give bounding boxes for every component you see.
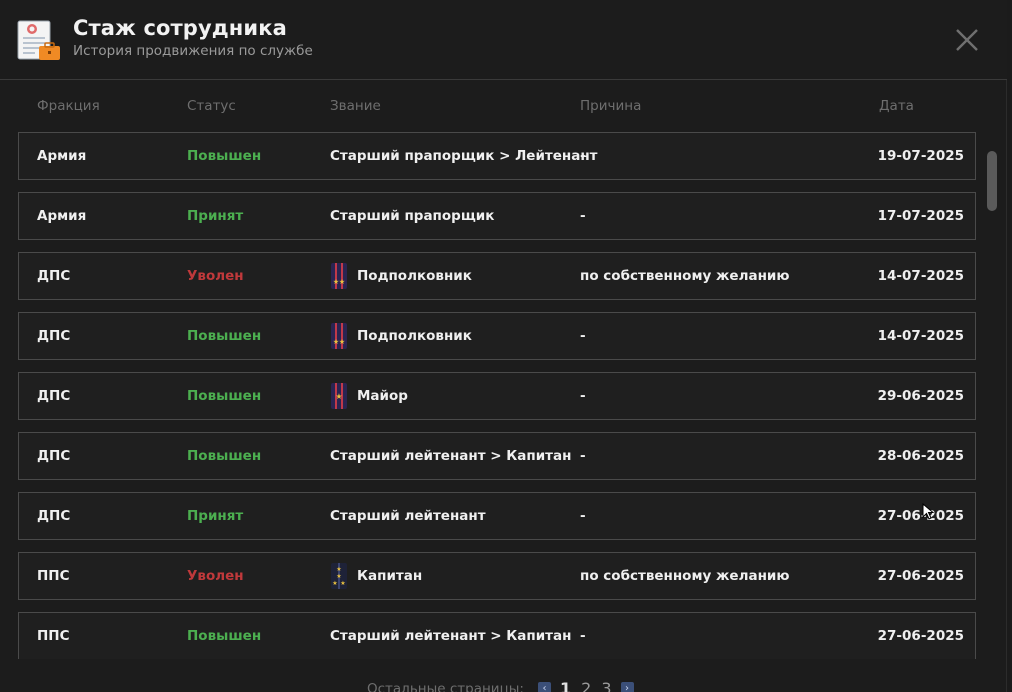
history-row: ДПС Принят Старший лейтенант - 27-06-2025 [18,492,976,540]
seniority-window: Стаж сотрудника История продвижения по с… [0,0,1007,692]
row-date: 19-07-2025 [877,148,964,164]
row-status: Повышен [187,148,262,164]
window-header: Стаж сотрудника История продвижения по с… [0,0,1007,80]
row-rank: ★ ★ Подполковник [330,313,472,359]
window-subtitle: История продвижения по службе [73,43,313,59]
lt-colonel-insignia-icon: ★ ★ [331,323,347,349]
row-rank: Старший лейтенант > Капитан [330,613,571,659]
page-2-link[interactable]: 2 [581,679,591,692]
page-1-link[interactable]: 1 [560,679,571,692]
column-header-reason: Причина [580,98,642,114]
row-reason: по собственному желанию [580,268,790,284]
history-row: ППС Повышен Старший лейтенант > Капитан - 27… [18,612,976,659]
row-reason: - [580,208,586,224]
row-rank: ★ ★ Подполковник [330,253,472,299]
row-rank-label: Старший лейтенант > Капитан [330,628,572,644]
svg-text:★: ★ [339,338,345,346]
window-title: Стаж сотрудника [73,16,287,40]
history-row: ДПС Уволен ★ ★ Подполковник по собственному ж… [18,252,976,300]
row-reason: - [580,508,586,524]
row-rank-label: Старший прапорщик > Лейтенант [330,148,598,164]
row-date: 14-07-2025 [877,268,964,284]
row-rank-label: Майор [357,388,408,404]
captain-insignia-icon: ★★★ ★ [331,563,347,589]
row-rank-label: Старший прапорщик [330,208,495,224]
column-header-faction: Фракция [37,98,100,114]
page-3-link[interactable]: 3 [601,679,611,692]
row-status: Повышен [187,448,262,464]
row-rank-label: Подполковник [357,268,472,284]
row-reason: - [580,388,586,404]
column-header-rank: Звание [330,98,381,114]
row-faction: ДПС [37,448,71,464]
row-faction: ППС [37,568,70,584]
history-list: Армия Повышен Старший прапорщик > Лейтенан… [18,132,976,659]
svg-text:★: ★ [336,573,341,580]
column-header-status: Статус [187,98,236,114]
row-date: 29-06-2025 [877,388,964,404]
row-date: 27-06-2025 [877,628,964,644]
row-rank-label: Старший лейтенант > Капитан [330,448,572,464]
column-header-date: Дата [879,98,914,114]
row-date: 17-07-2025 [877,208,964,224]
row-rank: ★ ★ ★ ★ Капитан [330,553,422,599]
row-faction: Армия [37,208,87,224]
chevron-right-icon[interactable]: › [620,682,634,692]
row-status: Уволен [187,568,244,584]
row-faction: ДПС [37,268,71,284]
row-status: Принят [187,208,244,224]
row-faction: ППС [37,628,70,644]
mouse-cursor-icon [922,503,934,520]
svg-text:★: ★ [336,566,341,573]
row-rank: Старший прапорщик [330,193,494,239]
row-status: Уволен [187,268,244,284]
history-row: ДПС Повышен Старший лейтенант > Капитан - 28… [18,432,976,480]
row-faction: ДПС [37,388,71,404]
row-reason: - [580,328,586,344]
row-rank-label: Подполковник [357,328,472,344]
row-date: 27-06-2025 [877,568,964,584]
row-reason: - [580,448,586,464]
close-icon[interactable] [953,26,981,54]
scrollbar-thumb[interactable] [987,151,997,211]
major-insignia-icon: ★ [331,383,347,409]
history-row: Армия Повышен Старший прапорщик > Лейтенан… [18,132,976,180]
row-status: Принят [187,508,244,524]
row-reason: - [580,148,586,164]
svg-text:★: ★ [335,392,342,401]
history-row: ППС Уволен ★ ★ ★ ★ Капитан по собственному жела… [18,552,976,600]
row-rank: Старший лейтенант [330,493,486,539]
row-date: 27-06-2025 [877,508,964,524]
history-row: ДПС Повышен ★ Майор - 29-06-2025 [18,372,976,420]
row-status: Повышен [187,388,262,404]
lt-colonel-insignia-icon: ★ ★ [331,263,347,289]
row-date: 28-06-2025 [877,448,964,464]
row-status: Повышен [187,628,262,644]
history-row: ДПС Повышен ★ ★ Подполковник - 14-07-2025 [18,312,976,360]
row-rank: Старший лейтенант > Капитан [330,433,571,479]
row-faction: ДПС [37,328,71,344]
row-faction: ДПС [37,508,71,524]
row-date: 14-07-2025 [877,328,964,344]
row-reason: - [580,628,586,644]
scrollbar-track[interactable] [986,140,998,660]
row-status: Повышен [187,328,262,344]
row-rank-label: Капитан [357,568,423,584]
pagination-label: Остальные страницы: [367,680,524,692]
svg-text:★: ★ [339,278,345,286]
document-briefcase-icon [17,20,60,60]
svg-text:★: ★ [332,580,337,587]
pagination: Остальные страницы: ‹ 1 2 3 › [367,679,638,692]
row-rank: Старший прапорщик > Лейтенант [330,133,597,179]
row-faction: Армия [37,148,87,164]
chevron-left-icon[interactable]: ‹ [537,682,551,692]
svg-text:★: ★ [340,580,345,587]
history-row: Армия Принят Старший прапорщик - 17-07-2025 [18,192,976,240]
row-rank-label: Старший лейтенант [330,508,486,524]
row-rank: ★ Майор [330,373,408,419]
row-reason: по собственному желанию [580,568,790,584]
